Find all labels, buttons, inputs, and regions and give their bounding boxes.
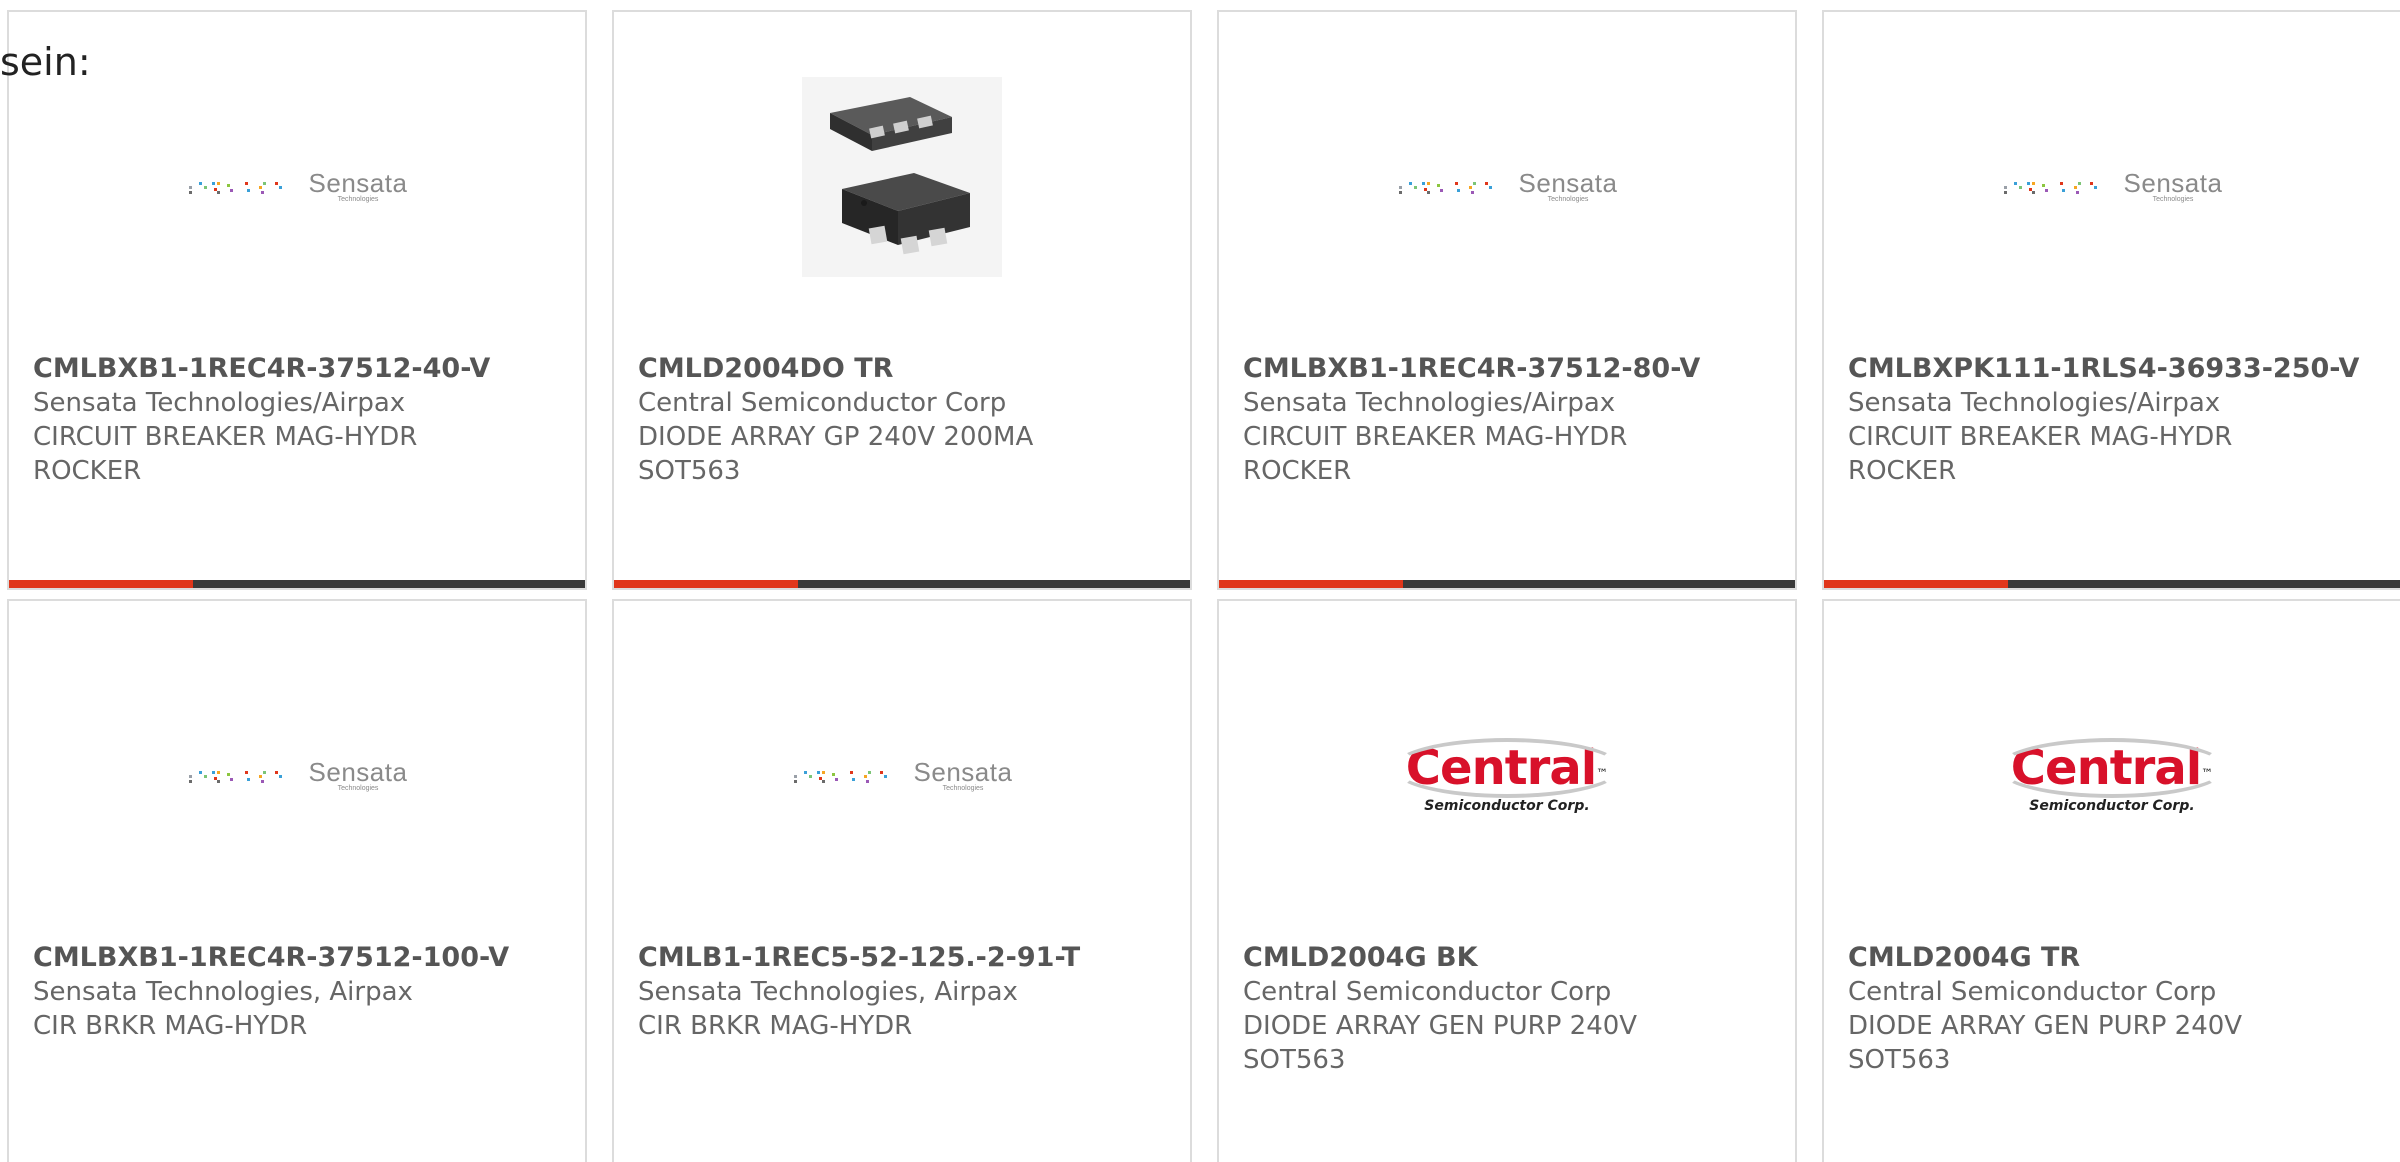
manufacturer: Central Semiconductor Corp <box>1848 977 2217 1007</box>
central-logo: Central™ Semiconductor Corp. <box>1391 738 1623 814</box>
manufacturer: Sensata Technologies/Airpax <box>1243 388 1616 418</box>
trademark-mark: ™ <box>2201 766 2214 781</box>
card-accent-bar <box>1219 580 1404 588</box>
product-info: CMLB1-1REC5-52-125.-2-91-T Sensata Techno… <box>638 941 1166 1043</box>
sensata-logo: Sensata Technologies <box>187 170 408 204</box>
product-card[interactable]: Sensata Technologies CMLBXB1-1REC4R-3751… <box>7 599 587 1162</box>
part-number[interactable]: CMLD2004G TR <box>1848 941 2376 975</box>
product-image[interactable]: Central™ Semiconductor Corp. <box>1824 601 2400 931</box>
card-bottom-bar <box>9 580 585 588</box>
description: DIODE ARRAY GEN PURP 240V SOT563 <box>1848 1011 2243 1075</box>
description: CIRCUIT BREAKER MAG-HYDR ROCKER <box>33 422 418 486</box>
product-info: CMLD2004G BK Central Semiconductor Corp DI… <box>1243 941 1771 1077</box>
part-number[interactable]: CMLB1-1REC5-52-125.-2-91-T <box>638 941 1166 975</box>
product-card[interactable]: Sensata Technologies CMLBXB1-1REC4R-3751… <box>1217 10 1797 590</box>
product-card[interactable]: CMLD2004DO TR Central Semiconductor Corp D… <box>612 10 1192 590</box>
sensata-subtitle: Technologies <box>2152 196 2194 203</box>
sensata-dots-icon <box>1397 177 1507 197</box>
description: DIODE ARRAY GP 240V 200MA SOT563 <box>638 422 1034 486</box>
product-image[interactable]: Sensata Technologies <box>614 601 1190 931</box>
product-grid: Sensata Technologies CMLBXB1-1REC4R-3751… <box>7 10 2400 1162</box>
card-bottom-bar <box>1824 580 2400 588</box>
product-info: CMLD2004DO TR Central Semiconductor Corp D… <box>638 352 1166 488</box>
part-number[interactable]: CMLBXB1-1REC4R-37512-100-V <box>33 941 561 975</box>
card-accent-bar <box>9 580 194 588</box>
sensata-wordmark: Sensata <box>308 168 408 198</box>
card-accent-bar <box>1824 580 2009 588</box>
product-card[interactable]: Central™ Semiconductor Corp. CMLD2004G T… <box>1822 599 2400 1162</box>
sot563-package-photo <box>802 77 1002 277</box>
manufacturer: Sensata Technologies/Airpax <box>1848 388 2221 418</box>
description: CIR BRKR MAG-HYDR <box>638 1011 913 1041</box>
product-card[interactable]: Sensata Technologies CMLB1-1REC5-52-125.… <box>612 599 1192 1162</box>
product-image[interactable]: Sensata Technologies <box>1219 12 1795 342</box>
part-number[interactable]: CMLD2004G BK <box>1243 941 1771 975</box>
product-card[interactable]: Sensata Technologies CMLBXB1-1REC4R-3751… <box>7 10 587 590</box>
description: CIRCUIT BREAKER MAG-HYDR ROCKER <box>1848 422 2233 486</box>
central-wordmark: Central <box>1405 740 1597 796</box>
product-image[interactable]: Sensata Technologies <box>1824 12 2400 342</box>
part-number[interactable]: CMLBXB1-1REC4R-37512-80-V <box>1243 352 1771 386</box>
product-info: CMLD2004G TR Central Semiconductor Corp DI… <box>1848 941 2376 1077</box>
product-info: CMLBXPK111-1RLS4-36933-250-V Sensata Tech… <box>1848 352 2376 488</box>
central-subtitle: Semiconductor Corp. <box>1424 798 1590 814</box>
manufacturer: Sensata Technologies/Airpax <box>33 388 406 418</box>
sensata-logo: Sensata Technologies <box>792 759 1013 793</box>
product-image[interactable]: Sensata Technologies <box>9 601 585 931</box>
product-image[interactable]: Sensata Technologies <box>9 12 585 342</box>
product-card[interactable]: Sensata Technologies CMLBXPK111-1RLS4-36… <box>1822 10 2400 590</box>
sensata-subtitle: Technologies <box>942 785 984 792</box>
card-bottom-bar <box>1219 580 1795 588</box>
description: CIR BRKR MAG-HYDR <box>33 1011 308 1041</box>
trademark-mark: ™ <box>1596 766 1609 781</box>
sensata-logo: Sensata Technologies <box>1397 170 1618 204</box>
product-info: CMLBXB1-1REC4R-37512-80-V Sensata Technol… <box>1243 352 1771 488</box>
description: CIRCUIT BREAKER MAG-HYDR ROCKER <box>1243 422 1628 486</box>
product-info: CMLBXB1-1REC4R-37512-100-V Sensata Techno… <box>33 941 561 1043</box>
sensata-dots-icon <box>792 766 902 786</box>
product-image[interactable]: Central™ Semiconductor Corp. <box>1219 601 1795 931</box>
sensata-subtitle: Technologies <box>1547 196 1589 203</box>
sensata-logo: Sensata Technologies <box>2002 170 2223 204</box>
part-number[interactable]: CMLD2004DO TR <box>638 352 1166 386</box>
sensata-wordmark: Sensata <box>308 757 408 787</box>
sensata-dots-icon <box>2002 177 2112 197</box>
sensata-subtitle: Technologies <box>337 785 379 792</box>
part-number[interactable]: CMLBXB1-1REC4R-37512-40-V <box>33 352 561 386</box>
central-wordmark: Central <box>2010 740 2202 796</box>
product-info: CMLBXB1-1REC4R-37512-40-V Sensata Technol… <box>33 352 561 488</box>
card-bottom-bar <box>614 580 1190 588</box>
part-number[interactable]: CMLBXPK111-1RLS4-36933-250-V <box>1848 352 2376 386</box>
sensata-logo: Sensata Technologies <box>187 759 408 793</box>
sensata-wordmark: Sensata <box>2123 168 2223 198</box>
card-accent-bar <box>614 580 799 588</box>
manufacturer: Central Semiconductor Corp <box>638 388 1007 418</box>
manufacturer: Sensata Technologies, Airpax <box>638 977 1018 1007</box>
product-image[interactable] <box>614 12 1190 342</box>
central-logo: Central™ Semiconductor Corp. <box>1996 738 2228 814</box>
sensata-dots-icon <box>187 177 297 197</box>
description: DIODE ARRAY GEN PURP 240V SOT563 <box>1243 1011 1638 1075</box>
page: sein: Sensata Technologies CMLBXB1-1REC4… <box>0 0 2400 1162</box>
sensata-subtitle: Technologies <box>337 196 379 203</box>
manufacturer: Central Semiconductor Corp <box>1243 977 1612 1007</box>
product-card[interactable]: Central™ Semiconductor Corp. CMLD2004G B… <box>1217 599 1797 1162</box>
central-subtitle: Semiconductor Corp. <box>2029 798 2195 814</box>
sensata-wordmark: Sensata <box>1518 168 1618 198</box>
sensata-wordmark: Sensata <box>913 757 1013 787</box>
sensata-dots-icon <box>187 766 297 786</box>
intro-text: sein: <box>0 40 91 84</box>
manufacturer: Sensata Technologies, Airpax <box>33 977 413 1007</box>
